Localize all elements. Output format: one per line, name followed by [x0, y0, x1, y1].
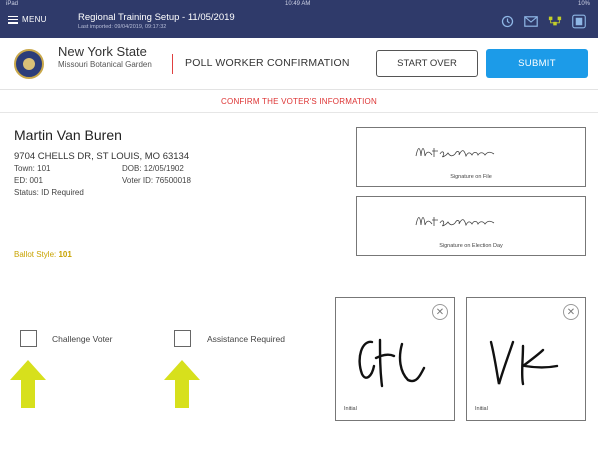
initial-1-caption: Initial	[344, 406, 357, 412]
menu-button[interactable]: MENU	[8, 15, 47, 24]
voter-ed: ED: 001	[14, 176, 43, 185]
start-over-button[interactable]: START OVER	[376, 50, 478, 77]
status-battery: 10%	[577, 1, 590, 7]
initial-card-2[interactable]: ✕ Initial	[466, 297, 586, 421]
voter-dob: DOB: 12/05/1902	[122, 164, 184, 173]
history-icon[interactable]	[500, 14, 514, 28]
menu-label: MENU	[22, 15, 47, 24]
ballot-style-label: Ballot Style:	[14, 250, 57, 259]
header-divider	[172, 54, 173, 74]
initial-1-image	[358, 338, 426, 388]
assistance-required-checkbox[interactable]	[174, 330, 191, 347]
initial-2-caption: Initial	[475, 406, 488, 412]
status-device: iPad	[6, 1, 19, 7]
signature-on-file-caption: Signature on File	[450, 174, 492, 180]
confirm-instruction: CONFIRM THE VOTER'S INFORMATION	[221, 97, 377, 106]
challenge-voter-checkbox[interactable]	[20, 330, 37, 347]
initial-card-1[interactable]: ✕ Initial	[335, 297, 455, 421]
page-title: POLL WORKER CONFIRMATION	[185, 57, 350, 69]
signature-election-day-image	[415, 217, 495, 227]
mail-icon[interactable]	[524, 14, 538, 28]
signature-election-day-card[interactable]: Signature on Election Day	[356, 196, 586, 256]
signature-election-day-caption: Signature on Election Day	[439, 243, 503, 249]
state-name: New York State	[58, 44, 147, 59]
ballot-style: Ballot Style: 101	[14, 250, 72, 259]
network-icon[interactable]	[548, 14, 562, 28]
section-divider	[0, 112, 598, 113]
arrow-up-icon	[10, 360, 46, 408]
clear-initial-1-close-icon[interactable]: ✕	[432, 304, 448, 320]
voter-name: Martin Van Buren	[14, 127, 122, 143]
challenge-voter-label: Challenge Voter	[52, 334, 113, 344]
last-imported-text: Last imported: 09/04/2019, 09:17:32	[78, 24, 167, 30]
arrow-up-icon	[164, 360, 200, 408]
ballot-style-value: 101	[58, 250, 72, 259]
voter-status: Status: ID Required	[14, 188, 84, 197]
nav-icon-group	[500, 14, 586, 28]
poll-book-icon[interactable]	[572, 14, 586, 28]
voter-address: 9704 CHELLS DR, ST LOUIS, MO 63134	[14, 151, 190, 162]
state-seal-icon	[14, 49, 44, 79]
session-title: Regional Training Setup - 11/05/2019	[78, 12, 235, 23]
polling-location: Missouri Botanical Garden	[58, 60, 152, 69]
clear-initial-2-close-icon[interactable]: ✕	[563, 304, 579, 320]
initial-2-image	[489, 340, 559, 386]
voter-id: Voter ID: 76500018	[122, 176, 191, 185]
hamburger-icon	[8, 15, 18, 24]
signature-on-file-image	[415, 148, 495, 158]
assistance-required-label: Assistance Required	[207, 334, 285, 344]
header-row: New York State Missouri Botanical Garden…	[0, 38, 598, 90]
status-time: 10:49 AM	[285, 1, 311, 7]
signature-on-file-card: Signature on File	[356, 127, 586, 187]
voter-town: Town: 101	[14, 164, 51, 173]
submit-button[interactable]: SUBMIT	[486, 49, 588, 78]
top-navigation-bar: iPad 10:49 AM 10% MENU Regional Training…	[0, 0, 598, 38]
